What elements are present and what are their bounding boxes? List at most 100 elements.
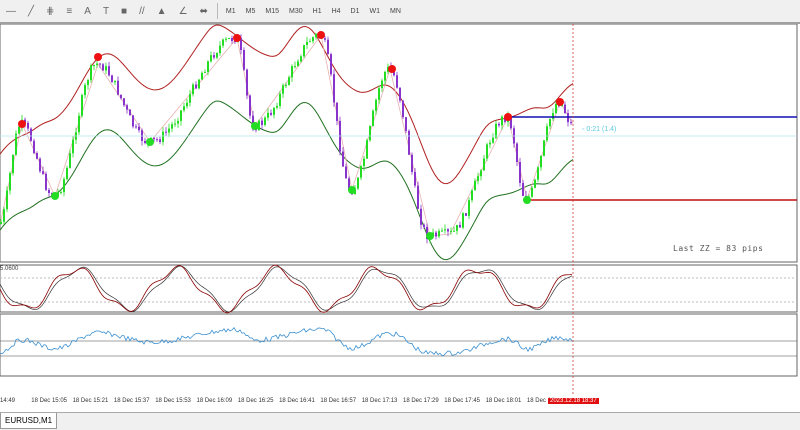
panel-frame — [0, 264, 798, 313]
bear-candle — [99, 63, 101, 65]
bull-candle — [114, 80, 116, 83]
bull-candle — [501, 116, 503, 126]
bull-candle — [534, 179, 536, 188]
bear-candle — [195, 84, 197, 89]
bull-candle — [471, 190, 473, 201]
bull-candle — [186, 102, 188, 107]
tool-button[interactable]: A — [78, 6, 97, 17]
lower-envelope-band — [0, 100, 574, 261]
time-tick-label: 18 Dec 17:13 — [361, 398, 398, 404]
bull-candle — [60, 192, 62, 194]
tab-eurusd-m1[interactable]: EURUSD,M1 — [0, 413, 58, 429]
bear-candle — [249, 95, 251, 116]
bear-candle — [138, 126, 140, 131]
bull-candle — [210, 55, 212, 62]
bear-candle — [120, 94, 122, 99]
bear-candle — [135, 126, 137, 128]
bear-candle — [213, 55, 215, 58]
timeframe-h1[interactable]: H1 — [308, 8, 327, 15]
bull-candle — [540, 155, 542, 168]
bull-candle — [555, 103, 557, 114]
timeframe-h4[interactable]: H4 — [327, 8, 346, 15]
bear-candle — [399, 87, 401, 101]
time-tick-label: 18 Dec 17:29 — [403, 398, 439, 404]
timeframe-m30[interactable]: M30 — [284, 8, 308, 15]
tool-button[interactable]: ∠ — [173, 6, 194, 17]
time-tick-label: 18 Dec 16:57 — [320, 398, 357, 404]
bull-candle — [360, 166, 362, 178]
bear-candle — [129, 109, 131, 116]
bull-candle — [69, 153, 71, 168]
tool-button[interactable]: ▲ — [151, 6, 173, 17]
bear-candle — [42, 171, 44, 174]
bull-candle — [15, 133, 17, 155]
bull-candle — [264, 117, 266, 125]
stoch-signal-line — [0, 265, 573, 313]
bull-candle — [162, 131, 164, 143]
bull-candle — [486, 144, 488, 159]
bear-candle — [243, 49, 245, 70]
zigzag-high-marker — [94, 53, 102, 61]
price-chart[interactable] — [0, 24, 800, 396]
bull-candle — [285, 85, 287, 87]
tool-button[interactable]: ⋕ — [40, 6, 60, 17]
bear-candle — [498, 123, 500, 126]
timeframe-mn[interactable]: MN — [385, 8, 406, 15]
bear-candle — [126, 105, 128, 110]
bear-candle — [345, 166, 347, 179]
bull-candle — [375, 99, 377, 111]
bull-candle — [294, 66, 296, 68]
bull-candle — [12, 154, 14, 174]
bull-candle — [63, 179, 65, 193]
timeframe-m1[interactable]: M1 — [221, 8, 241, 15]
zigzag-high-marker — [388, 65, 396, 73]
tool-button[interactable]: // — [133, 6, 151, 17]
bull-candle — [0, 221, 2, 224]
time-tick-label: 18 Dec 16:09 — [196, 398, 233, 404]
candle-countdown: ◦ 0:21 (1.4) — [582, 126, 617, 133]
bear-candle — [261, 120, 263, 125]
bull-candle — [369, 125, 371, 141]
bull-candle — [204, 71, 206, 73]
bull-candle — [267, 112, 269, 118]
bear-candle — [117, 80, 119, 95]
bear-candle — [414, 171, 416, 186]
bear-candle — [330, 54, 332, 75]
tool-button[interactable]: T — [97, 6, 115, 17]
zigzag-high-marker — [504, 113, 512, 121]
bull-candle — [492, 137, 494, 143]
bull-candle — [384, 71, 386, 81]
bull-candle — [372, 110, 374, 126]
bull-candle — [288, 77, 290, 86]
time-tick-label: 14:49 — [0, 398, 16, 404]
time-tick-label: 18 Dec 17:45 — [444, 398, 480, 404]
tool-button[interactable]: — — [0, 6, 22, 17]
tool-button[interactable]: ■ — [115, 6, 133, 17]
time-tick-label: 18 Dec 15:05 — [31, 398, 67, 404]
bull-candle — [90, 65, 92, 81]
bull-candle — [378, 88, 380, 100]
zigzag-low-marker — [426, 232, 434, 240]
bull-candle — [192, 84, 194, 95]
bear-candle — [48, 189, 50, 194]
bull-candle — [483, 158, 485, 171]
tool-button[interactable]: ⬌ — [194, 6, 214, 17]
zigzag-low-marker — [51, 192, 59, 200]
tool-button[interactable]: ╱ — [22, 6, 40, 17]
bear-candle — [336, 102, 338, 121]
bear-candle — [102, 64, 104, 71]
bear-candle — [516, 143, 518, 163]
timeframe-m15[interactable]: M15 — [260, 8, 284, 15]
zigzag-low-marker — [348, 186, 356, 194]
timeframe-d1[interactable]: D1 — [346, 8, 365, 15]
bear-candle — [246, 69, 248, 96]
bull-candle — [171, 124, 173, 129]
bear-candle — [408, 130, 410, 155]
bull-candle — [183, 106, 185, 111]
timeframe-w1[interactable]: W1 — [365, 8, 386, 15]
bull-candle — [549, 118, 551, 127]
timeframe-m5[interactable]: M5 — [241, 8, 261, 15]
toolbar: — ╱ ⋕ ≡ A T ■//▲ ∠ ⬌ M1 M5 M15 M30 H1 H4 D1 W1 MN — [0, 0, 800, 24]
tool-button[interactable]: ≡ — [60, 6, 78, 17]
time-tick-label: 18 Dec 15:21 — [72, 398, 109, 404]
